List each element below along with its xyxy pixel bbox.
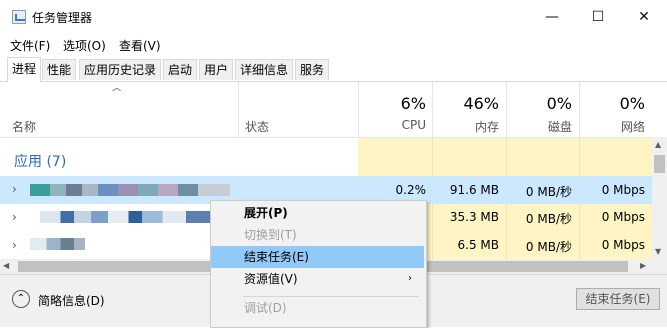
expand-chevron-icon[interactable]: › [12, 238, 17, 252]
menu-item-debug[interactable]: 调试(D) [211, 297, 424, 319]
minimize-button[interactable]: — [529, 0, 575, 34]
column-status: 状态 [245, 120, 270, 134]
scroll-right-icon[interactable]: ▶ [640, 261, 646, 270]
tab-app-history[interactable]: 应用历史记录 [79, 59, 161, 80]
tab-users[interactable]: 用户 [199, 59, 233, 80]
window-title: 任务管理器 [32, 11, 93, 25]
memory-percent: 46% [463, 94, 499, 113]
menu-item-label: 结束任务(E) [244, 250, 309, 264]
network-percent: 0% [619, 94, 645, 113]
process-name-redacted [30, 184, 230, 196]
row2-memory: 35.3 MB [449, 210, 499, 224]
fewer-details-link[interactable]: 简略信息(D) [38, 292, 105, 309]
close-button[interactable]: ✕ [621, 0, 667, 34]
expand-chevron-icon[interactable]: › [12, 182, 17, 196]
row1-cpu: 0.2% [395, 183, 427, 197]
process-name-redacted [40, 211, 210, 223]
row3-memory: 6.5 MB [457, 238, 499, 252]
column-name[interactable]: 名称 [12, 118, 36, 135]
collapse-up-icon[interactable]: ⌃ [12, 290, 30, 308]
cpu-label: CPU [401, 118, 426, 132]
sort-arrow-icon: ^ [110, 86, 124, 99]
row2-disk: 0 MB/秒 [525, 212, 572, 226]
task-manager-icon [12, 10, 26, 24]
expand-chevron-icon[interactable]: › [12, 210, 17, 224]
menu-item-resource-values[interactable]: 资源值(V) [211, 268, 424, 290]
group-apps: 应用 (7) [14, 154, 67, 170]
menu-item-label: 展开(P) [244, 206, 288, 220]
row1-network: 0 Mbps [601, 183, 645, 197]
tab-performance[interactable]: 性能 [42, 59, 76, 80]
scroll-left-icon[interactable]: ◀ [3, 261, 9, 270]
submenu-arrow-icon: › [408, 273, 412, 284]
end-task-button[interactable]: 结束任务(E) [576, 288, 660, 310]
memory-label: 内存 [474, 120, 499, 134]
process-name-redacted [30, 238, 85, 250]
vertical-scroll-thumb[interactable] [654, 155, 665, 173]
menu-item-switch-to[interactable]: 切换到(T) [211, 224, 424, 246]
scroll-up-icon[interactable]: ▲ [655, 140, 661, 149]
menu-item-label: 调试(D) [244, 301, 287, 315]
tab-startup[interactable]: 启动 [163, 59, 197, 80]
menu-item-expand[interactable]: 展开(P) [211, 202, 424, 224]
scroll-down-icon[interactable]: ▼ [655, 247, 661, 256]
maximize-button[interactable]: ☐ [575, 0, 621, 34]
menu-file[interactable]: 文件(F) [10, 37, 50, 54]
menu-options[interactable]: 选项(O) [63, 37, 106, 54]
menu-view[interactable]: 查看(V) [119, 37, 161, 54]
tab-details[interactable]: 详细信息 [235, 59, 293, 80]
menu-item-label: 切换到(T) [244, 228, 297, 242]
row3-network: 0 Mbps [601, 238, 645, 252]
tab-services[interactable]: 服务 [295, 59, 329, 80]
disk-percent: 0% [546, 94, 572, 113]
network-label: 网络 [620, 120, 645, 134]
cpu-percent: 6% [400, 94, 426, 113]
row1-disk: 0 MB/秒 [525, 185, 572, 199]
row3-disk: 0 MB/秒 [525, 240, 572, 254]
row1-memory: 91.6 MB [449, 183, 499, 197]
menu-item-label: 资源值(V) [244, 272, 298, 286]
row2-network: 0 Mbps [601, 210, 645, 224]
menu-item-end-task[interactable]: 结束任务(E) [211, 246, 424, 268]
tab-processes[interactable]: 进程 [7, 57, 41, 82]
disk-label: 磁盘 [547, 120, 572, 134]
